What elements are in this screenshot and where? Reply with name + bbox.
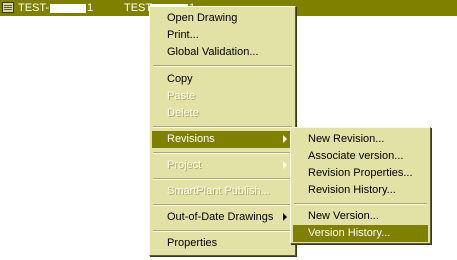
revisions-menu-label: Revisions [167, 133, 215, 145]
file-item-1-name: TEST- [18, 2, 50, 14]
file-item-1-suffix: 1 [87, 2, 94, 14]
project-menu-label: Project [167, 159, 202, 171]
context-menu: Open Drawing Print... Global Validation.… [149, 6, 296, 256]
menu-separator [153, 126, 292, 128]
smartplant-publish-menu-item: SmartPlant Publish... [167, 185, 270, 197]
submenu-arrow-icon [283, 161, 287, 169]
project-menu-item: Project [152, 157, 293, 174]
drawing-file-icon [2, 2, 14, 13]
new-version-menu-item[interactable]: New Version... [293, 208, 428, 225]
submenu-arrow-icon [283, 213, 287, 221]
print-menu-item[interactable]: Print... [152, 27, 293, 44]
menu-separator [153, 204, 292, 206]
revision-properties-menu-item[interactable]: Revision Properties... [293, 165, 428, 182]
revisions-submenu: New Revision... Associate version... Rev… [290, 127, 431, 244]
associate-version-menu-item[interactable]: Associate version... [293, 148, 428, 165]
menu-separator [153, 152, 292, 154]
global-validation-menu-item[interactable]: Global Validation... [152, 44, 293, 61]
out-of-date-drawings-menu-item[interactable]: Out-of-Date Drawings [152, 209, 293, 226]
paste-menu-item: Paste [167, 90, 196, 102]
menu-separator [294, 203, 427, 205]
properties-menu-item[interactable]: Properties [152, 235, 293, 252]
submenu-arrow-icon [283, 135, 287, 143]
revisions-menu-item[interactable]: Revisions [152, 131, 293, 148]
redacted-region [50, 4, 86, 13]
menu-separator [153, 230, 292, 232]
version-history-menu-item[interactable]: Version History... [293, 225, 428, 242]
delete-menu-item: Delete [167, 107, 199, 119]
revision-history-menu-item[interactable]: Revision History... [293, 182, 428, 199]
menu-separator [153, 178, 292, 180]
copy-menu-item[interactable]: Copy [152, 71, 293, 88]
out-of-date-drawings-label: Out-of-Date Drawings [167, 211, 274, 223]
file-item-1[interactable]: TEST- 1 [0, 0, 116, 16]
open-drawing-menu-item[interactable]: Open Drawing [152, 10, 293, 27]
menu-separator [153, 65, 292, 67]
new-revision-menu-item[interactable]: New Revision... [293, 131, 428, 148]
